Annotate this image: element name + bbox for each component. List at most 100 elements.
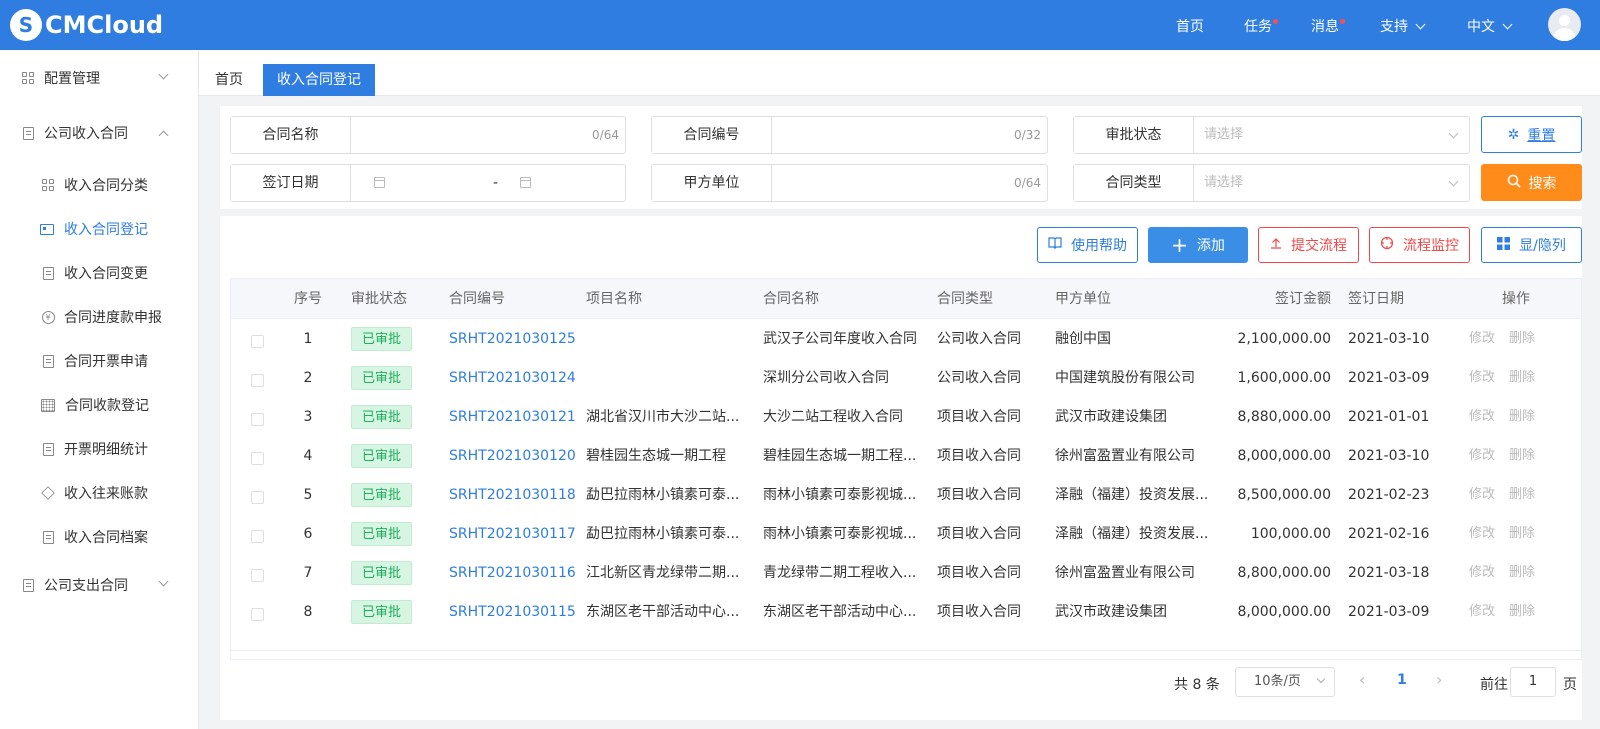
edit-link[interactable]: 修改	[1469, 592, 1495, 632]
delete-link[interactable]: 删除	[1509, 358, 1535, 398]
edit-link[interactable]: 修改	[1469, 397, 1495, 437]
row-checkbox[interactable]	[251, 608, 264, 621]
table-row[interactable]: 8 已审批 SRHT2021030115 东湖区老干部活动中心... 东湖区老干部活动中…	[231, 592, 1581, 632]
submit-flow-button[interactable]: 提交流程	[1258, 227, 1359, 263]
project-name-cell	[586, 358, 746, 398]
sidebar-item-invoice-request[interactable]: 合同开票申请	[0, 339, 199, 383]
contract-code-link[interactable]: SRHT2021030118	[449, 475, 577, 515]
sidebar-item-income-category[interactable]: 收入合同分类	[0, 163, 199, 207]
table-row[interactable]: 1 已审批 SRHT2021030125 武汉子公司年度收入合同 公司收入合同 融创中国 2…	[231, 319, 1581, 359]
party-a-field[interactable]: 甲方单位 0/64	[651, 164, 1048, 202]
table-row[interactable]: 3 已审批 SRHT2021030121 湖北省汉川市大沙二站... 大沙二站工程收入合…	[231, 397, 1581, 437]
column-header[interactable]: 项目名称	[586, 279, 746, 319]
delete-link[interactable]: 删除	[1509, 475, 1535, 515]
current-page[interactable]: 1	[1397, 672, 1407, 688]
table-row[interactable]: 4 已审批 SRHT2021030120 碧桂园生态城一期工程 碧桂园生态城一期工程..…	[231, 436, 1581, 476]
tab-home[interactable]: 首页	[199, 64, 259, 96]
row-checkbox[interactable]	[251, 413, 264, 426]
sidebar-group-config[interactable]: 配置管理	[0, 56, 199, 100]
language-selector[interactable]: 中文	[1467, 16, 1513, 36]
sidebar-group-income-contract[interactable]: 公司收入合同	[0, 111, 199, 155]
sidebar-item-receipt-register[interactable]: 合同收款登记	[0, 383, 199, 427]
contract-icon	[21, 126, 35, 140]
delete-link[interactable]: 删除	[1509, 553, 1535, 593]
table-row[interactable]: 7 已审批 SRHT2021030116 江北新区青龙绿带二期... 青龙绿带二期工程收…	[231, 553, 1581, 593]
row-number: 6	[303, 526, 313, 542]
char-counter: 0/64	[1014, 176, 1041, 190]
sidebar-item-progress-payment[interactable]: ¥ 合同进度款申报	[0, 295, 199, 339]
edit-link[interactable]: 修改	[1469, 514, 1495, 554]
delete-link[interactable]: 删除	[1509, 319, 1535, 359]
sidebar-item-income-archive[interactable]: 收入合同档案	[0, 515, 199, 559]
edit-link[interactable]: 修改	[1469, 358, 1495, 398]
delete-link[interactable]: 删除	[1509, 436, 1535, 476]
contract-type-select[interactable]: 合同类型 请选择	[1073, 164, 1470, 202]
column-header[interactable]: 合同名称	[763, 279, 923, 319]
sign-date-cell: 2021-01-01	[1348, 409, 1430, 425]
row-checkbox[interactable]	[251, 374, 264, 387]
prev-page-icon[interactable]: ‹	[1359, 670, 1365, 689]
nav-messages[interactable]: 消息	[1311, 16, 1345, 36]
contract-code-link[interactable]: SRHT2021030116	[449, 553, 577, 593]
sidebar-item-receivables[interactable]: 收入往来账款	[0, 471, 199, 515]
delete-link[interactable]: 删除	[1509, 397, 1535, 437]
delete-link[interactable]: 删除	[1509, 514, 1535, 554]
row-checkbox[interactable]	[251, 491, 264, 504]
table-row[interactable]: 6 已审批 SRHT2021030117 勐巴拉雨林小镇素可泰... 雨林小镇素可泰影视…	[231, 514, 1581, 554]
contract-name-field[interactable]: 合同名称 0/64	[230, 116, 626, 154]
next-page-icon[interactable]: ›	[1436, 670, 1442, 689]
row-checkbox[interactable]	[251, 530, 264, 543]
column-header[interactable]: 甲方单位	[1055, 279, 1217, 319]
table-row[interactable]: 5 已审批 SRHT2021030118 勐巴拉雨林小镇素可泰... 雨林小镇素可泰影视…	[231, 475, 1581, 515]
crosshair-icon	[1380, 236, 1394, 254]
help-button[interactable]: 使用帮助	[1037, 227, 1138, 263]
logo[interactable]: S CMCloud	[10, 9, 163, 41]
contract-code-link[interactable]: SRHT2021030121	[449, 397, 577, 437]
toggle-columns-button[interactable]: 显/隐列	[1481, 227, 1582, 263]
contract-code-link[interactable]: SRHT2021030117	[449, 514, 577, 554]
approval-status-select[interactable]: 审批状态 请选择	[1073, 116, 1470, 154]
edit-link[interactable]: 修改	[1469, 475, 1495, 515]
tab-income-register[interactable]: 收入合同登记	[263, 64, 375, 96]
search-button[interactable]: 搜索	[1481, 164, 1582, 201]
nav-support[interactable]: 支持	[1380, 16, 1426, 36]
page-size-select[interactable]: 10条/页	[1235, 667, 1335, 697]
edit-link[interactable]: 修改	[1469, 436, 1495, 476]
goto-suffix: 页	[1563, 677, 1577, 693]
row-checkbox[interactable]	[251, 569, 264, 582]
column-header[interactable]: 签订金额	[1223, 279, 1331, 319]
column-header[interactable]: 审批状态	[351, 279, 431, 319]
row-checkbox[interactable]	[251, 452, 264, 465]
column-header[interactable]: 签订日期	[1348, 279, 1448, 319]
sidebar-item-label: 开票明细统计	[64, 442, 148, 458]
goto-page-input[interactable]: 1	[1510, 667, 1556, 697]
table-row[interactable]: 2 已审批 SRHT2021030124 深圳分公司收入合同 公司收入合同 中国建筑股份有…	[231, 358, 1581, 398]
sidebar-item-income-register[interactable]: 收入合同登记	[0, 207, 199, 251]
page-size-value: 10条/页	[1254, 674, 1301, 689]
row-checkbox[interactable]	[251, 335, 264, 348]
contract-code-link[interactable]: SRHT2021030124	[449, 358, 577, 398]
nav-home[interactable]: 首页	[1176, 16, 1204, 36]
contract-code-field[interactable]: 合同编号 0/32	[651, 116, 1048, 154]
edit-link[interactable]: 修改	[1469, 319, 1495, 359]
sidebar-item-invoice-stats[interactable]: 开票明细统计	[0, 427, 199, 471]
contract-code-link[interactable]: SRHT2021030125	[449, 319, 577, 359]
flow-monitor-button[interactable]: 流程监控	[1369, 227, 1470, 263]
sidebar-item-label: 收入合同登记	[64, 222, 148, 238]
column-header[interactable]: 合同类型	[937, 279, 1047, 319]
reset-button[interactable]: ✲ 重置	[1481, 116, 1582, 153]
column-header[interactable]: 合同编号	[449, 279, 577, 319]
nav-tasks[interactable]: 任务	[1244, 16, 1278, 36]
sidebar-item-income-change[interactable]: 收入合同变更	[0, 251, 199, 295]
add-button[interactable]: + 添加	[1148, 227, 1248, 263]
contract-code-link[interactable]: SRHT2021030115	[449, 592, 577, 632]
avatar[interactable]	[1548, 8, 1581, 41]
sign-date-range[interactable]: 签订日期 -	[230, 164, 626, 202]
sidebar-group-expense-contract[interactable]: 公司支出合同	[0, 563, 199, 607]
status-badge: 已审批	[351, 327, 413, 351]
column-header[interactable]: 序号	[293, 279, 323, 319]
party-a-cell: 徐州富盈置业有限公司	[1055, 565, 1195, 581]
contract-code-link[interactable]: SRHT2021030120	[449, 436, 577, 476]
edit-link[interactable]: 修改	[1469, 553, 1495, 593]
delete-link[interactable]: 删除	[1509, 592, 1535, 632]
